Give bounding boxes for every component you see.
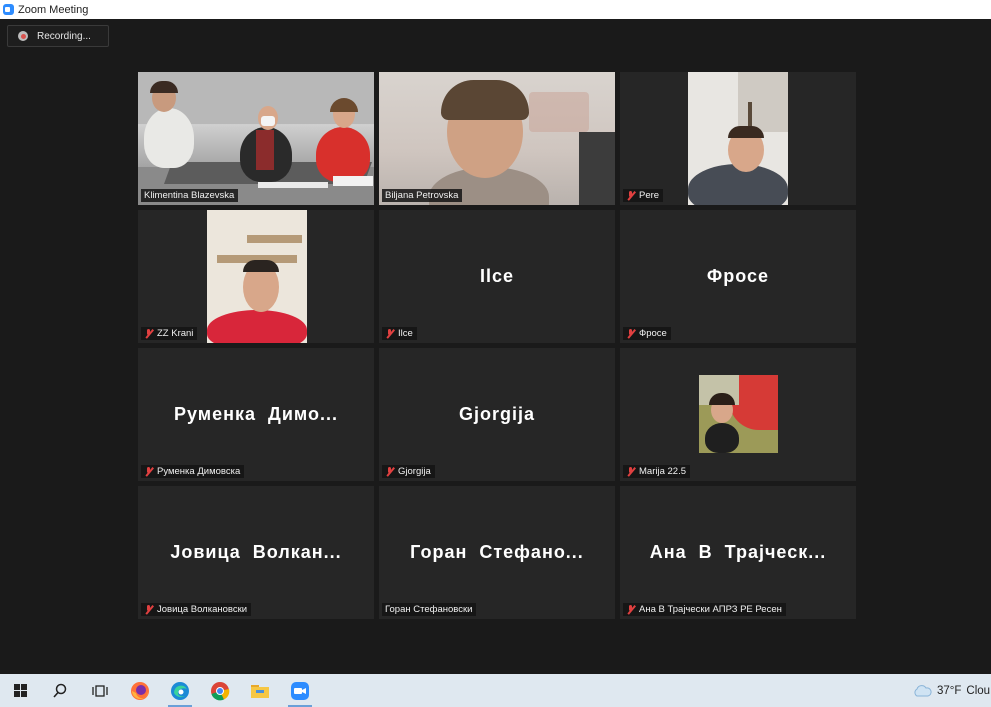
participant-display-name: Gjorgija [458, 404, 535, 424]
title-bar: Zoom Meeting [0, 0, 991, 19]
participant-tile-jovica[interactable]: Јовица Волкан... Јовица Волкановски [138, 486, 374, 619]
participant-name-tag: Фросе [623, 327, 671, 340]
participant-tile-klimentina[interactable]: Klimentina Blazevska [138, 72, 374, 205]
mic-muted-icon [626, 190, 635, 201]
video-feed [207, 210, 307, 343]
mic-muted-icon [144, 466, 153, 477]
participant-name-tag: Јовица Волкановски [141, 603, 252, 616]
windows-taskbar: 37°F Clou [0, 674, 991, 707]
task-view-icon[interactable] [80, 674, 120, 707]
participant-name-tag: Gjorgija [382, 465, 435, 478]
mic-muted-icon [626, 328, 635, 339]
firefox-icon[interactable] [120, 674, 160, 707]
participant-tile-goran[interactable]: Горан Стефано... Горан Стефановски [379, 486, 615, 619]
participant-tile-rumenka[interactable]: Руменка Димо... Руменка Димовска [138, 348, 374, 481]
participant-name-tag: Ilce [382, 327, 417, 340]
video-feed [379, 72, 615, 205]
participant-name-tag: Klimentina Blazevska [141, 189, 239, 202]
participant-display-name: Ilce [479, 266, 515, 286]
participant-name-tag: Pere [623, 189, 664, 202]
participant-name-tag: Руменка Димовска [141, 465, 245, 478]
participant-tile-marija[interactable]: Marija 22.5 [620, 348, 856, 481]
meeting-area: Recording... Klimentina Blazevska Biljan… [0, 19, 991, 674]
mic-muted-icon [385, 328, 394, 339]
edge-icon[interactable] [160, 674, 200, 707]
participant-tile-ilce[interactable]: Ilce Ilce [379, 210, 615, 343]
participant-name-tag: ZZ Krani [141, 327, 198, 340]
participant-tile-biljana[interactable]: Biljana Petrovska [379, 72, 615, 205]
file-explorer-icon[interactable] [240, 674, 280, 707]
mic-muted-icon [626, 466, 635, 477]
participant-name-tag: Ана В Трајчески АПРЗ РЕ Ресен [623, 603, 786, 616]
mic-muted-icon [626, 604, 635, 615]
participant-tile-pere[interactable]: Pere [620, 72, 856, 205]
participant-display-name: Руменка Димо... [174, 404, 338, 424]
participant-display-name: Ана В Трајческ... [649, 542, 827, 562]
profile-photo [699, 375, 778, 453]
window-title: Zoom Meeting [18, 3, 89, 16]
mic-muted-icon [144, 328, 153, 339]
video-feed [688, 72, 788, 205]
participant-tile-ana[interactable]: Ана В Трајческ... Ана В Трајчески АПРЗ Р… [620, 486, 856, 619]
cloud-icon [914, 684, 932, 696]
weather-condition: Clou [966, 684, 991, 697]
weather-widget[interactable]: 37°F Clou [912, 674, 990, 707]
recording-indicator[interactable]: Recording... [7, 25, 109, 47]
participant-tile-gjorgija[interactable]: Gjorgija Gjorgija [379, 348, 615, 481]
participant-name-tag: Biljana Petrovska [382, 189, 463, 202]
windows-start-icon[interactable] [0, 674, 40, 707]
record-icon [18, 31, 28, 41]
participant-tile-zz-krani[interactable]: ZZ Krani [138, 210, 374, 343]
participant-display-name: Јовица Волкан... [170, 542, 342, 562]
chrome-icon[interactable] [200, 674, 240, 707]
recording-label: Recording... [37, 30, 91, 42]
participant-name-tag: Горан Стефановски [382, 603, 477, 616]
video-feed [138, 72, 374, 205]
participant-name-tag: Marija 22.5 [623, 465, 690, 478]
participant-display-name: Горан Стефано... [410, 542, 584, 562]
participant-display-name: Фросе [706, 266, 770, 286]
zoom-app-icon [3, 4, 14, 15]
participant-tile-frose[interactable]: Фросе Фросе [620, 210, 856, 343]
weather-temp: 37°F [937, 684, 962, 697]
mic-muted-icon [385, 466, 394, 477]
search-icon[interactable] [40, 674, 80, 707]
mic-muted-icon [144, 604, 153, 615]
zoom-icon[interactable] [280, 674, 320, 707]
